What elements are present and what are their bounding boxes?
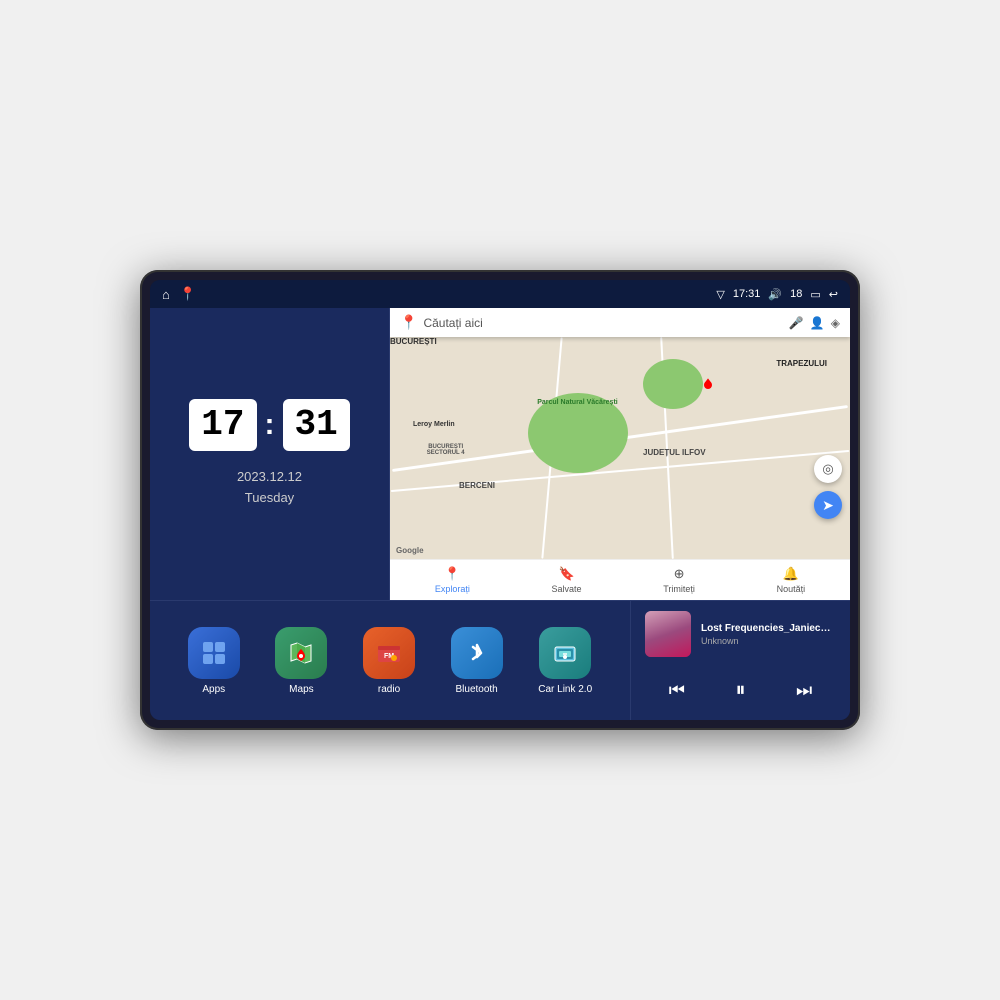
app-icon-radio[interactable]: FM radio: [363, 627, 415, 695]
share-icon: ⊕: [674, 566, 685, 582]
map-search-icons: 🎤 👤 ◈: [789, 316, 840, 330]
radio-icon: FM: [363, 627, 415, 679]
battery-icon: ▭: [810, 288, 820, 301]
layers-icon[interactable]: ◈: [831, 316, 840, 330]
music-track-info: Lost Frequencies_Janieck Devy-... Unknow…: [701, 623, 836, 646]
clock-date: 2023.12.12 Tuesday: [237, 467, 302, 509]
maps-icon: [275, 627, 327, 679]
map-bottom-nav: 📍 Explorați 🔖 Salvate ⊕ Trimiteți 🔔: [390, 559, 850, 600]
music-player: Lost Frequencies_Janieck Devy-... Unknow…: [630, 601, 850, 720]
carlink-label: Car Link 2.0: [538, 684, 592, 695]
map-navigate-button[interactable]: ➤: [814, 491, 842, 519]
map-search-text[interactable]: Căutați aici: [423, 316, 782, 330]
battery-level: 18: [790, 288, 802, 300]
news-label: Noutăți: [777, 584, 806, 594]
saved-icon: 🔖: [558, 566, 574, 582]
map-nav-news[interactable]: 🔔 Noutăți: [777, 566, 806, 594]
map-nav-share[interactable]: ⊕ Trimiteți: [663, 566, 695, 594]
home-icon[interactable]: ⌂: [162, 287, 170, 302]
radio-label: radio: [378, 684, 400, 695]
bluetooth-label: Bluetooth: [455, 684, 497, 695]
map-content[interactable]: BUCUREȘTI JUDEȚUL ILFOV BERCENI TRAPEZUL…: [390, 337, 850, 559]
map-label-ilfov: JUDEȚUL ILFOV: [643, 448, 706, 457]
back-icon[interactable]: ↩: [829, 288, 838, 301]
map-label-trapezului: TRAPEZULUI: [776, 359, 827, 368]
maps-label: Maps: [289, 684, 313, 695]
account-icon[interactable]: 👤: [810, 316, 825, 330]
apps-label: Apps: [202, 684, 225, 695]
map-location-marker: [704, 381, 712, 389]
map-location-button[interactable]: ◎: [814, 455, 842, 483]
clock-widget: 17 : 31 2023.12.12 Tuesday: [150, 308, 390, 600]
app-icon-carlink[interactable]: Car Link 2.0: [538, 627, 592, 695]
news-icon: 🔔: [783, 566, 799, 582]
clock-display: 17 : 31: [189, 399, 349, 451]
music-artist: Unknown: [701, 636, 836, 646]
status-time: 17:31: [733, 288, 761, 300]
share-label: Trimiteți: [663, 584, 695, 594]
apps-icon: [188, 627, 240, 679]
map-label-bucuresti: BUCUREȘTI: [390, 337, 437, 346]
app-icon-maps[interactable]: Maps: [275, 627, 327, 695]
music-info-row: Lost Frequencies_Janieck Devy-... Unknow…: [645, 611, 836, 657]
music-controls: ⏮ ⏸ ⏭: [645, 670, 836, 710]
album-face: [645, 611, 691, 657]
play-pause-button[interactable]: ⏸: [724, 674, 756, 706]
device-screen: ⌂ 📍 ▽ 17:31 🔊 18 ▭ ↩ 17 :: [150, 280, 850, 720]
map-park-2: [643, 359, 703, 409]
app-icon-apps[interactable]: Apps: [188, 627, 240, 695]
map-nav-explore[interactable]: 📍 Explorați: [435, 566, 470, 594]
maps-shortcut-icon[interactable]: 📍: [180, 286, 196, 302]
map-google-logo: Google: [396, 546, 424, 555]
status-right-info: ▽ 17:31 🔊 18 ▭ ↩: [716, 288, 838, 301]
saved-label: Salvate: [552, 584, 582, 594]
volume-icon: 🔊: [768, 288, 782, 301]
clock-colon: :: [265, 408, 275, 442]
main-area: 17 : 31 2023.12.12 Tuesday 📍 Căutați aic…: [150, 308, 850, 720]
map-widget[interactable]: 📍 Căutați aici 🎤 👤 ◈: [390, 308, 850, 600]
map-label-berceni: BERCENI: [459, 481, 495, 490]
map-label-sector4: BUCUREȘTISECTORUL 4: [427, 444, 465, 456]
device-frame: ⌂ 📍 ▽ 17:31 🔊 18 ▭ ↩ 17 :: [140, 270, 860, 730]
map-pin-icon: 📍: [400, 314, 417, 331]
mic-icon[interactable]: 🎤: [789, 316, 804, 330]
map-search-bar[interactable]: 📍 Căutați aici 🎤 👤 ◈: [390, 308, 850, 337]
map-label-leroy: Leroy Merlin: [413, 421, 455, 428]
signal-icon: ▽: [716, 288, 724, 301]
next-button[interactable]: ⏭: [788, 674, 820, 706]
app-icon-bluetooth[interactable]: Bluetooth: [451, 627, 503, 695]
explore-label: Explorați: [435, 584, 470, 594]
status-left-icons: ⌂ 📍: [162, 286, 196, 302]
carlink-icon: [539, 627, 591, 679]
prev-button[interactable]: ⏮: [661, 674, 693, 706]
app-icons-bar: Apps Maps: [150, 601, 630, 720]
clock-minutes: 31: [283, 399, 350, 451]
clock-hours: 17: [189, 399, 256, 451]
map-label-parcul: Parcul Natural Văcărești: [537, 399, 618, 406]
bottom-section: Apps Maps: [150, 600, 850, 720]
music-title: Lost Frequencies_Janieck Devy-...: [701, 623, 836, 634]
map-nav-saved[interactable]: 🔖 Salvate: [552, 566, 582, 594]
top-section: 17 : 31 2023.12.12 Tuesday 📍 Căutați aic…: [150, 308, 850, 600]
music-album-art: [645, 611, 691, 657]
bluetooth-icon: [451, 627, 503, 679]
explore-icon: 📍: [444, 566, 460, 582]
status-bar: ⌂ 📍 ▽ 17:31 🔊 18 ▭ ↩: [150, 280, 850, 308]
map-background: BUCUREȘTI JUDEȚUL ILFOV BERCENI TRAPEZUL…: [390, 337, 850, 559]
